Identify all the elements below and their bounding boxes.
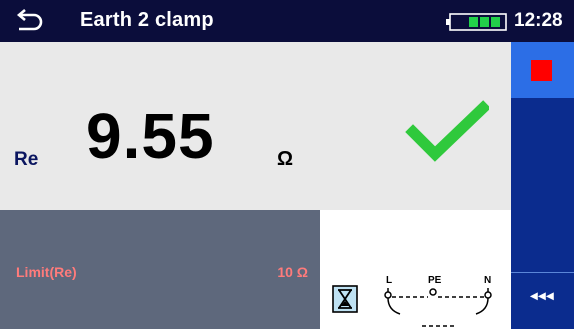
- battery-icon: [446, 13, 507, 31]
- sidebar: ◂◂◂: [511, 42, 574, 329]
- screen: Earth 2 clamp 12:28 9.55 Re Ω Limit(Re) …: [0, 0, 574, 329]
- clock: 12:28: [514, 10, 563, 31]
- terminal-label-l: L: [386, 275, 392, 286]
- page-title: Earth 2 clamp: [80, 9, 214, 31]
- limit-value: 10 Ω: [277, 264, 308, 280]
- hourglass-icon: [332, 285, 358, 313]
- checkmark-icon: [405, 100, 489, 162]
- terminal-label-pe: PE: [428, 275, 442, 286]
- stop-button[interactable]: [511, 42, 574, 98]
- sidebar-divider: [511, 272, 574, 273]
- result-area: 9.55 Re Ω: [0, 42, 511, 210]
- back-arrow-icon[interactable]: [16, 8, 46, 32]
- status-area: L PE N: [320, 210, 511, 329]
- result-unit: Ω: [277, 148, 294, 170]
- limit-label: Limit(Re): [16, 264, 77, 280]
- stop-icon: [531, 60, 552, 81]
- result-value: 9.55: [86, 100, 215, 172]
- result-label: Re: [14, 149, 39, 170]
- back-arrows-button[interactable]: ◂◂◂: [511, 287, 574, 304]
- limit-panel[interactable]: Limit(Re) 10 Ω: [0, 210, 320, 329]
- terminal-label-n: N: [484, 275, 491, 286]
- header-bar: Earth 2 clamp 12:28: [0, 0, 574, 42]
- connection-diagram: L PE N: [384, 275, 492, 327]
